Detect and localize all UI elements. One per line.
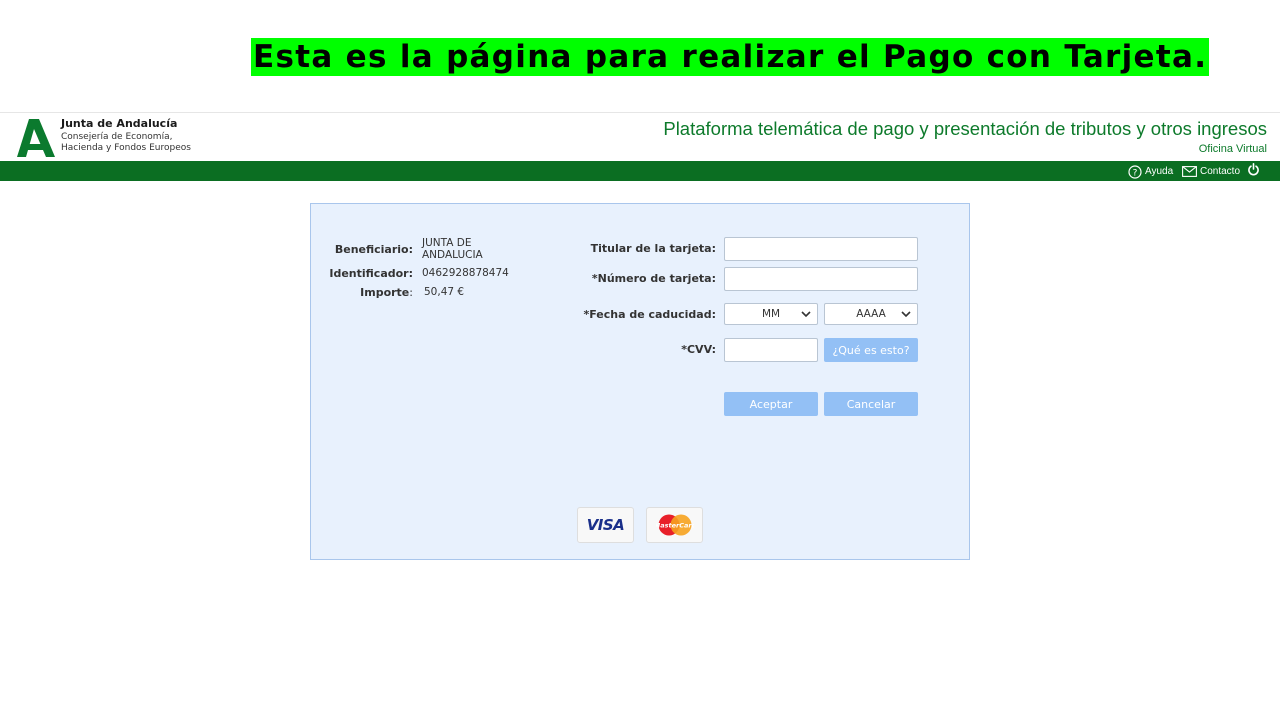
beneficiary-label: Beneficiario: bbox=[334, 243, 413, 256]
contact-link[interactable]: Contacto bbox=[1182, 164, 1240, 179]
org-name: Junta de Andalucía bbox=[61, 117, 178, 130]
amount-label: Importe: bbox=[360, 286, 413, 299]
site-header: Junta de Andalucía Consejería de Economí… bbox=[0, 112, 1280, 162]
cvv-input[interactable] bbox=[724, 338, 818, 362]
junta-andalucia-logo[interactable] bbox=[17, 119, 55, 157]
accept-button[interactable]: Aceptar bbox=[724, 392, 818, 416]
office-subtitle: Oficina Virtual bbox=[1198, 143, 1267, 155]
chevron-down-icon bbox=[801, 311, 811, 318]
payment-panel: Beneficiario: JUNTA DE ANDALUCIA Identif… bbox=[310, 203, 970, 560]
instruction-banner: Esta es la página para realizar el Pago … bbox=[251, 38, 1210, 76]
visa-logo: VISA bbox=[577, 507, 634, 543]
help-label: Ayuda bbox=[1145, 166, 1174, 177]
visa-logo-text: VISA bbox=[586, 516, 625, 534]
identifier-label: Identificador: bbox=[329, 267, 413, 280]
card-number-label: *Número de tarjeta: bbox=[591, 272, 716, 285]
chevron-down-icon bbox=[901, 311, 911, 318]
svg-text:?: ? bbox=[1133, 168, 1138, 178]
card-number-input[interactable] bbox=[724, 267, 918, 291]
cvv-label: *CVV: bbox=[681, 343, 716, 356]
envelope-icon bbox=[1182, 166, 1197, 177]
org-subtitle: Consejería de Economía, Hacienda y Fondo… bbox=[61, 132, 191, 153]
mastercard-icon: MasterCard bbox=[656, 514, 694, 536]
expiry-month-select[interactable]: MM bbox=[724, 303, 818, 325]
cvv-help-button[interactable]: ¿Qué es esto? bbox=[824, 338, 918, 362]
platform-title: Plataforma telemática de pago y presenta… bbox=[663, 118, 1267, 139]
expiry-label: *Fecha de caducidad: bbox=[583, 308, 716, 321]
amount-value: 50,47 € bbox=[424, 286, 465, 298]
cancel-button[interactable]: Cancelar bbox=[824, 392, 918, 416]
expiry-month-value: MM bbox=[761, 308, 781, 320]
card-holder-label: Titular de la tarjeta: bbox=[590, 242, 716, 255]
nav-bar: ? Ayuda Contacto bbox=[0, 161, 1280, 181]
power-icon[interactable] bbox=[1247, 163, 1260, 176]
expiry-year-select[interactable]: AAAA bbox=[824, 303, 918, 325]
expiry-year-value: AAAA bbox=[856, 308, 886, 320]
identifier-value: 0462928878474 bbox=[422, 267, 509, 279]
mastercard-label: MasterCard bbox=[656, 522, 694, 530]
help-link[interactable]: ? Ayuda bbox=[1128, 164, 1173, 179]
card-holder-input[interactable] bbox=[724, 237, 918, 261]
question-circle-icon: ? bbox=[1128, 164, 1142, 179]
contact-label: Contacto bbox=[1200, 166, 1241, 177]
beneficiary-value: JUNTA DE ANDALUCIA bbox=[422, 237, 483, 261]
mastercard-logo: MasterCard bbox=[646, 507, 703, 543]
